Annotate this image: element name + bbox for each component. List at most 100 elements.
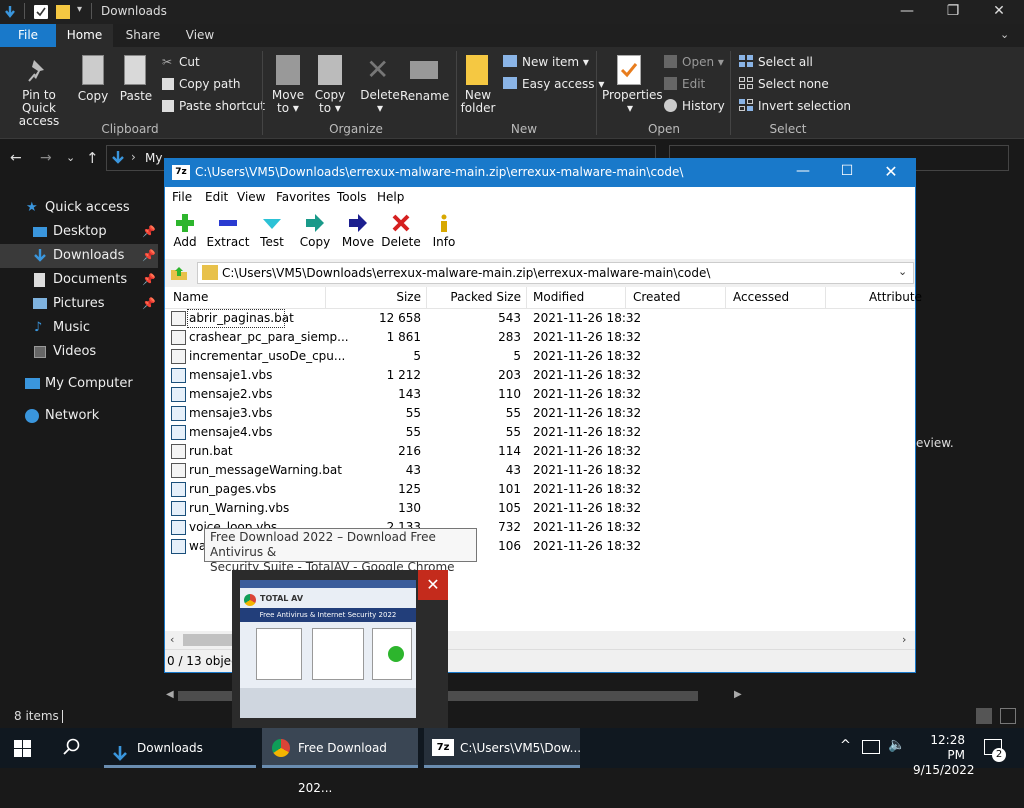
nav-desktop[interactable]: Desktop 📌	[0, 220, 160, 244]
test-button[interactable]: Test	[249, 211, 295, 249]
minimize-button[interactable]: —	[884, 0, 930, 24]
table-row[interactable]: mensaje4.vbs 55 55 2021-11-26 18:32	[165, 423, 915, 442]
copy-button[interactable]: Copy	[292, 211, 338, 249]
open-button[interactable]: Open ▾	[682, 55, 724, 69]
new-folder-button[interactable]: New folder	[458, 89, 498, 115]
clock[interactable]: 12:28 PM 9/15/2022	[913, 733, 975, 778]
show-hidden-icons-icon[interactable]: ^	[840, 738, 851, 753]
info-button[interactable]: Info	[421, 211, 467, 249]
paste-button[interactable]: Paste	[118, 89, 154, 103]
invert-selection-button[interactable]: Invert selection	[758, 99, 851, 113]
menu-help[interactable]: Help	[377, 190, 404, 204]
table-row[interactable]: run_Warning.vbs 130 105 2021-11-26 18:32	[165, 499, 915, 518]
table-row[interactable]: run_pages.vbs 125 101 2021-11-26 18:32	[165, 480, 915, 499]
path-input[interactable]: C:\Users\VM5\Downloads\errexux-malware-m…	[197, 262, 914, 284]
col-attributes[interactable]: Attribute	[869, 290, 922, 304]
rename-button[interactable]: Rename	[400, 89, 449, 103]
maximize-button[interactable]: ❐	[930, 0, 976, 24]
windows-start-icon[interactable]	[14, 740, 31, 757]
select-all-button[interactable]: Select all	[758, 55, 813, 69]
copy-button[interactable]: Copy	[76, 89, 110, 103]
nav-music[interactable]: ♪ Music	[0, 316, 160, 340]
copy-to-button[interactable]: Copy to ▾	[310, 89, 350, 115]
search-icon[interactable]	[62, 738, 80, 759]
menu-edit[interactable]: Edit	[205, 190, 228, 204]
scroll-left-icon[interactable]: ‹	[170, 633, 174, 646]
new-folder-icon[interactable]	[56, 5, 70, 19]
chrome-thumbnail-preview[interactable]: ✕ TOTAL AV Free Antivirus & Internet Sec…	[232, 570, 448, 728]
nav-my-computer[interactable]: My Computer	[0, 372, 160, 396]
sevenzip-minimize-button[interactable]: —	[781, 163, 825, 179]
scroll-right-icon[interactable]: ▶	[734, 689, 742, 700]
delete-button[interactable]: Delete	[378, 211, 424, 249]
chevron-down-icon[interactable]: ⌄	[898, 265, 907, 278]
taskbar-chrome[interactable]: Free Download 202...	[262, 728, 418, 795]
nav-pictures[interactable]: Pictures 📌	[0, 292, 160, 316]
edit-button[interactable]: Edit	[682, 77, 705, 91]
table-row[interactable]: mensaje1.vbs 1 212 203 2021-11-26 18:32	[165, 366, 915, 385]
table-row[interactable]: run_messageWarning.bat 43 43 2021-11-26 18:…	[165, 461, 915, 480]
delete-button[interactable]: Delete ▾	[360, 89, 400, 115]
customize-toolbar-icon[interactable]: ▾	[77, 4, 82, 15]
tab-home[interactable]: Home	[56, 24, 113, 47]
table-row[interactable]: run.bat 216 114 2021-11-26 18:32	[165, 442, 915, 461]
network-status-icon[interactable]	[862, 740, 880, 754]
taskbar-sevenzip[interactable]: 7z C:\Users\VM5\Dow...	[424, 728, 581, 768]
thumbnail-close-button[interactable]: ✕	[418, 570, 448, 600]
move-button[interactable]: Move	[335, 211, 381, 249]
details-view-icon[interactable]	[976, 708, 992, 724]
taskbar-downloads[interactable]: Downloads	[104, 728, 256, 768]
table-row[interactable]: crashear_pc_para_siemp... 1 861 283 2021-11…	[165, 328, 915, 347]
address-text: My	[145, 151, 163, 165]
recent-locations-icon[interactable]: ⌄	[66, 151, 75, 164]
menu-tools[interactable]: Tools	[337, 190, 367, 204]
nav-quick-access[interactable]: ★ Quick access	[0, 196, 160, 220]
new-item-button[interactable]: New item ▾	[522, 55, 589, 69]
nav-network[interactable]: Network	[0, 404, 160, 428]
history-button[interactable]: History	[682, 99, 725, 113]
sevenzip-close-button[interactable]: ✕	[869, 162, 913, 181]
table-row[interactable]: mensaje3.vbs 55 55 2021-11-26 18:32	[165, 404, 915, 423]
close-button[interactable]: ✕	[976, 0, 1022, 24]
table-row[interactable]: abrir_paginas.bat 12 658 543 2021-11-26 18:…	[165, 309, 915, 328]
table-row[interactable]: incrementar_usoDe_cpu... 5 5 2021-11-26 18:…	[165, 347, 915, 366]
menu-file[interactable]: File	[172, 190, 192, 204]
tab-share[interactable]: Share	[113, 24, 173, 47]
forward-arrow-icon[interactable]: →	[40, 150, 52, 166]
scroll-left-icon[interactable]: ◀	[166, 689, 174, 700]
volume-icon[interactable]: 🔈	[888, 737, 905, 753]
back-arrow-icon[interactable]: ←	[10, 150, 22, 166]
table-row[interactable]: mensaje2.vbs 143 110 2021-11-26 18:32	[165, 385, 915, 404]
large-icons-view-icon[interactable]	[1000, 708, 1016, 724]
nav-documents[interactable]: Documents 📌	[0, 268, 160, 292]
properties-button[interactable]: Properties ▾	[602, 89, 663, 115]
col-name[interactable]: Name	[173, 290, 208, 304]
expand-ribbon-icon[interactable]: ⌄	[1000, 28, 1009, 41]
sevenzip-maximize-button[interactable]: ☐	[825, 163, 869, 179]
copy-path-button[interactable]: Copy path	[179, 77, 241, 91]
tab-file[interactable]: File	[0, 24, 56, 47]
paste-shortcut-button[interactable]: Paste shortcut	[179, 99, 265, 113]
select-none-button[interactable]: Select none	[758, 77, 829, 91]
col-packed-size[interactable]: Packed Size	[427, 290, 521, 304]
col-accessed[interactable]: Accessed	[733, 290, 789, 304]
add-button[interactable]: Add	[162, 211, 208, 249]
col-modified[interactable]: Modified	[533, 290, 584, 304]
menu-view[interactable]: View	[237, 190, 265, 204]
nav-downloads[interactable]: Downloads 📌	[0, 244, 158, 268]
extract-button[interactable]: Extract	[205, 211, 251, 249]
easy-access-button[interactable]: Easy access ▾	[522, 77, 604, 91]
scroll-right-icon[interactable]: ›	[902, 633, 906, 646]
col-created[interactable]: Created	[633, 290, 681, 304]
move-to-button[interactable]: Move to ▾	[268, 89, 308, 115]
menu-favorites[interactable]: Favorites	[276, 190, 330, 204]
col-size[interactable]: Size	[325, 290, 421, 304]
pin-to-quick-access-button[interactable]: Pin to Quick access	[4, 89, 74, 128]
nav-videos[interactable]: Videos	[0, 340, 160, 364]
folder-up-icon[interactable]	[169, 263, 189, 283]
properties-check-icon[interactable]	[34, 5, 48, 19]
nav-label: Documents	[53, 272, 128, 287]
up-arrow-icon[interactable]: ↑	[86, 149, 99, 167]
tab-view[interactable]: View	[173, 24, 227, 47]
cut-button[interactable]: Cut	[179, 55, 200, 69]
